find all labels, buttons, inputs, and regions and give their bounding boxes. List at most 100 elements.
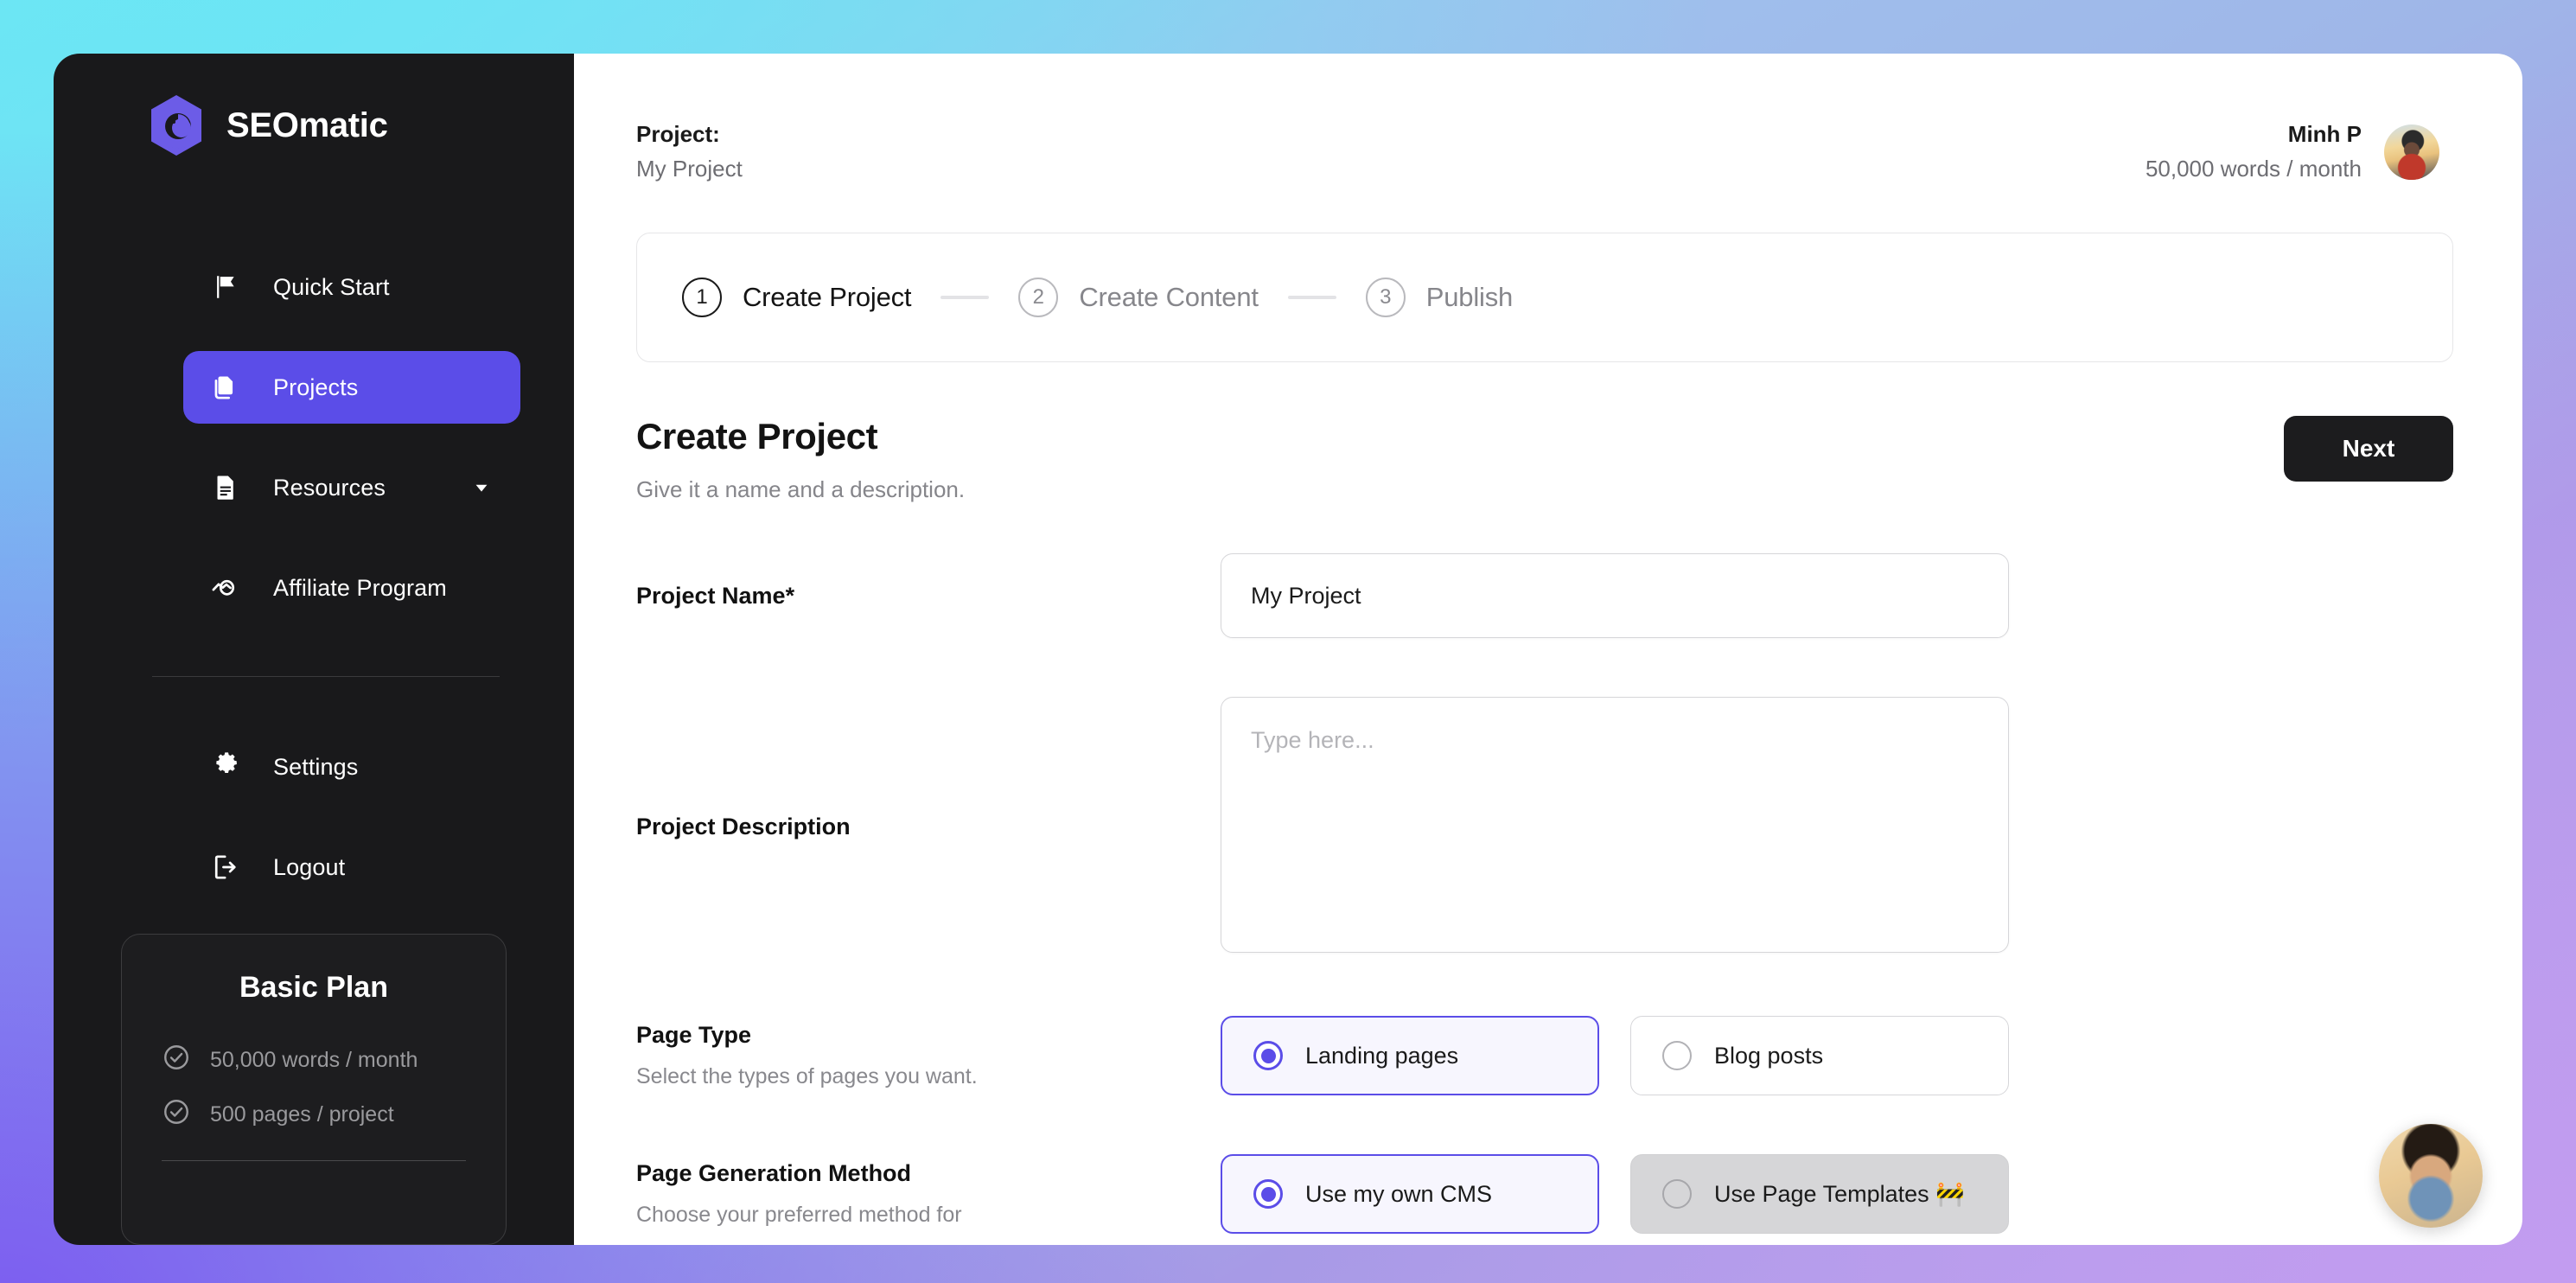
seomatic-hexagon-logo-icon xyxy=(147,93,206,157)
radio-label: Use Page Templates 🚧 xyxy=(1714,1181,1965,1207)
sidebar: SEOmatic Quick Start Projects Resources … xyxy=(54,54,574,1245)
brand-logo-group[interactable]: SEOmatic xyxy=(54,93,574,157)
plan-card: Basic Plan 50,000 words / month 500 page… xyxy=(121,934,507,1245)
support-agent-avatar-icon xyxy=(2379,1124,2483,1228)
user-quota: 50,000 words / month xyxy=(2145,156,2362,182)
handshake-icon xyxy=(207,570,244,606)
form-label-col: Project Name* xyxy=(636,583,1221,610)
sidebar-item-projects[interactable]: Projects xyxy=(183,351,520,424)
user-avatar-photo xyxy=(2384,124,2439,180)
topbar-project-info: Project: My Project xyxy=(636,121,743,182)
sidebar-item-quick-start[interactable]: Quick Start xyxy=(183,251,520,323)
radio-dot-filled xyxy=(1260,1048,1276,1063)
form-spacer xyxy=(636,1099,2522,1154)
form-row-page-type: Page Type Select the types of pages you … xyxy=(636,1016,2522,1095)
user-menu[interactable]: Minh P 50,000 words / month xyxy=(2146,121,2439,182)
sidebar-lower-nav: Settings Logout xyxy=(54,731,574,903)
project-description-textarea[interactable] xyxy=(1221,697,2009,953)
form-spacer xyxy=(636,961,2522,1016)
sidebar-divider xyxy=(152,676,500,677)
sidebar-item-label: Settings xyxy=(273,753,359,780)
plan-title: Basic Plan xyxy=(239,971,388,1004)
project-description-label: Project Description xyxy=(636,814,851,839)
plan-feature: 500 pages / project xyxy=(122,1097,506,1133)
stepper: 1 Create Project 2 Create Content 3 Publ… xyxy=(636,233,2453,362)
user-info: Minh P 50,000 words / month xyxy=(2146,121,2362,182)
step-create-content[interactable]: 2 Create Content xyxy=(1018,278,1259,317)
plan-divider xyxy=(162,1160,466,1161)
step-number: 2 xyxy=(1018,278,1059,317)
form-control-col xyxy=(1221,697,2009,957)
form-row-project-name: Project Name* xyxy=(636,553,2522,638)
step-number: 3 xyxy=(1365,278,1406,317)
form-control-col: Landing pages Blog posts xyxy=(1221,1016,2009,1095)
step-label: Create Project xyxy=(743,282,912,312)
page-title: Create Project xyxy=(636,416,878,456)
sidebar-item-label: Quick Start xyxy=(273,273,390,300)
document-lines-icon xyxy=(207,469,244,506)
project-name-label: Project Name* xyxy=(636,582,795,609)
logout-icon xyxy=(207,849,244,885)
step-label: Create Content xyxy=(1079,282,1259,312)
step-separator xyxy=(1287,296,1336,299)
page-type-help: Select the types of pages you want. xyxy=(636,1064,978,1088)
sidebar-item-label: Resources xyxy=(273,474,386,501)
avatar[interactable] xyxy=(2384,124,2439,180)
sidebar-item-label: Affiliate Program xyxy=(273,574,447,601)
sidebar-item-label: Projects xyxy=(273,373,359,400)
form-control-col: Use my own CMS Use Page Templates 🚧 xyxy=(1221,1154,2009,1234)
topbar: Project: My Project Minh P 50,000 words … xyxy=(574,54,2522,182)
project-name-input[interactable] xyxy=(1221,553,2009,638)
radio-card-use-my-own-cms[interactable]: Use my own CMS xyxy=(1221,1154,1599,1234)
sidebar-item-logout[interactable]: Logout xyxy=(183,831,520,903)
copy-documents-icon xyxy=(207,369,244,405)
step-number: 1 xyxy=(682,278,722,317)
page-generation-method-help: Choose your preferred method for xyxy=(636,1203,962,1227)
form-row-page-generation-method: Page Generation Method Choose your prefe… xyxy=(636,1154,2522,1234)
page-header: Create Project Give it a name and a desc… xyxy=(636,416,2453,503)
brand-name: SEOmatic xyxy=(226,105,388,144)
form-row-project-description: Project Description xyxy=(636,697,2522,957)
radio-label: Use my own CMS xyxy=(1305,1180,1493,1207)
page-generation-method-label: Page Generation Method xyxy=(636,1160,912,1186)
gear-icon xyxy=(207,749,244,785)
plan-feature: 50,000 words / month xyxy=(122,1043,506,1078)
topbar-project-label: Project: xyxy=(636,121,720,147)
step-label: Publish xyxy=(1425,282,1514,312)
step-separator xyxy=(940,296,990,299)
sidebar-item-label: Logout xyxy=(273,853,346,880)
sidebar-item-settings[interactable]: Settings xyxy=(183,731,520,803)
plan-feature-label: 500 pages / project xyxy=(210,1102,394,1127)
check-circle-icon xyxy=(162,1043,191,1078)
radio-card-use-page-templates: Use Page Templates 🚧 xyxy=(1630,1154,2009,1234)
app-window: SEOmatic Quick Start Projects Resources … xyxy=(54,54,2522,1245)
radio-indicator xyxy=(1662,1041,1692,1070)
radio-dot-filled xyxy=(1260,1186,1276,1202)
chevron-down-icon[interactable] xyxy=(472,478,491,497)
step-publish[interactable]: 3 Publish xyxy=(1365,278,1514,317)
sidebar-item-resources[interactable]: Resources xyxy=(183,451,520,524)
form-spacer xyxy=(636,642,2522,697)
page-generation-method-radio-group: Use my own CMS Use Page Templates 🚧 xyxy=(1221,1154,2009,1234)
step-create-project[interactable]: 1 Create Project xyxy=(682,278,912,317)
support-chat-button[interactable] xyxy=(2379,1124,2483,1228)
page-subtitle: Give it a name and a description. xyxy=(636,476,966,502)
next-button[interactable]: Next xyxy=(2284,416,2453,482)
radio-label: Blog posts xyxy=(1714,1042,1824,1069)
plan-feature-label: 50,000 words / month xyxy=(210,1048,418,1072)
sidebar-nav: Quick Start Projects Resources Affiliate… xyxy=(54,251,574,903)
create-project-form: Project Name* Project Description Page T xyxy=(636,553,2522,1237)
page-type-label: Page Type xyxy=(636,1022,752,1048)
form-label-col: Page Type Select the types of pages you … xyxy=(636,1022,1221,1089)
main-content: Project: My Project Minh P 50,000 words … xyxy=(574,54,2522,1245)
user-name: Minh P xyxy=(2287,121,2362,147)
topbar-project-value: My Project xyxy=(636,156,743,182)
radio-label: Landing pages xyxy=(1305,1042,1459,1069)
radio-card-blog-posts[interactable]: Blog posts xyxy=(1630,1016,2009,1095)
page-header-text: Create Project Give it a name and a desc… xyxy=(636,416,965,503)
radio-indicator xyxy=(1662,1179,1692,1209)
form-label-col: Page Generation Method Choose your prefe… xyxy=(636,1160,1221,1228)
radio-card-landing-pages[interactable]: Landing pages xyxy=(1221,1016,1599,1095)
sidebar-item-affiliate-program[interactable]: Affiliate Program xyxy=(183,552,520,624)
radio-indicator xyxy=(1253,1041,1283,1070)
